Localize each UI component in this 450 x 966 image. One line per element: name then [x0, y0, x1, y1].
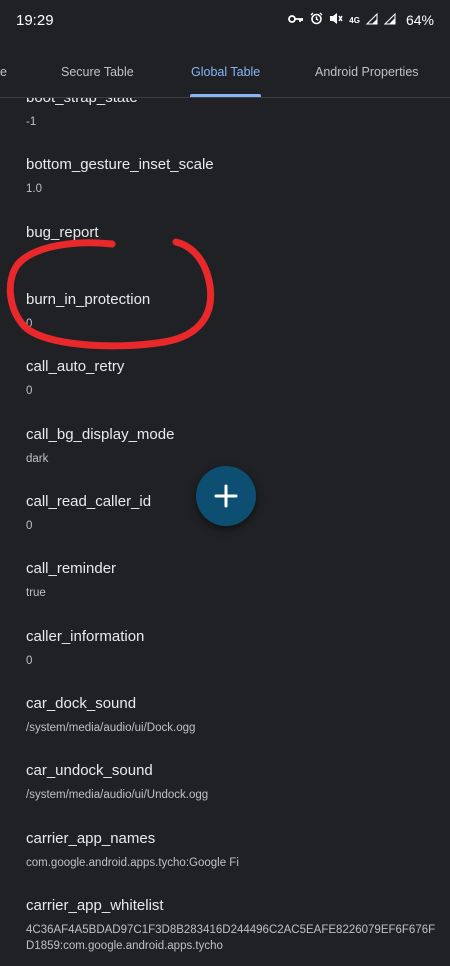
tab-bar: e Secure Table Global Table Android Prop…	[0, 46, 450, 98]
setting-value: true	[26, 587, 46, 599]
setting-key: car_dock_sound	[26, 695, 137, 712]
alarm-icon	[310, 12, 323, 28]
list-item[interactable]: call_bg_display_mode dark	[26, 425, 436, 467]
list-item[interactable]: carrier_app_whitelist 4C36AF4A5BDAD97C1F…	[26, 896, 436, 954]
status-time: 19:29	[16, 11, 54, 29]
setting-key: call_auto_retry	[26, 358, 125, 375]
list-item[interactable]: carrier_app_names com.google.android.app…	[26, 829, 436, 871]
network-type: 4G	[349, 15, 360, 25]
vpn-key-icon	[288, 13, 304, 27]
setting-key: burn_in_protection	[26, 291, 151, 308]
setting-key: car_undock_sound	[26, 762, 153, 779]
setting-value: com.google.android.apps.tycho:Google Fi	[26, 857, 239, 869]
setting-value: 4C36AF4A5BDAD97C1F3D8B283416D244496C2AC5…	[26, 924, 436, 952]
setting-value: 0	[26, 318, 33, 330]
setting-key: call_reminder	[26, 560, 117, 577]
setting-value: 1.0	[26, 183, 42, 195]
signal-icon	[383, 12, 396, 28]
setting-key: bottom_gesture_inset_scale	[26, 156, 214, 173]
list-item[interactable]: car_undock_sound /system/media/audio/ui/…	[26, 761, 436, 803]
setting-value: 0	[26, 655, 33, 667]
list-item[interactable]: bug_report	[26, 223, 436, 249]
setting-key: caller_information	[26, 628, 145, 645]
plus-icon	[214, 484, 238, 508]
setting-key: bug_report	[26, 224, 99, 241]
settings-list[interactable]: boot_strap_state -1 bottom_gesture_inset…	[0, 98, 450, 966]
list-item[interactable]: call_auto_retry 0	[26, 357, 436, 399]
status-bar: 19:29 4G 64%	[0, 0, 450, 40]
list-item[interactable]: call_reminder true	[26, 559, 436, 601]
battery-level: 64%	[405, 12, 434, 28]
setting-value: /system/media/audio/ui/Dock.ogg	[26, 722, 196, 734]
tab-secure-table[interactable]: Secure Table	[61, 46, 134, 98]
setting-key: boot_strap_state	[26, 98, 436, 108]
list-item[interactable]: bottom_gesture_inset_scale 1.0	[26, 155, 436, 197]
setting-key: carrier_app_names	[26, 830, 156, 847]
active-tab-indicator	[190, 94, 261, 97]
signal-icon	[365, 12, 378, 28]
list-item[interactable]: boot_strap_state -1	[26, 98, 436, 130]
setting-key: call_bg_display_mode	[26, 426, 175, 443]
setting-value: 0	[26, 385, 33, 397]
list-item[interactable]: car_dock_sound /system/media/audio/ui/Do…	[26, 694, 436, 736]
list-item[interactable]: caller_information 0	[26, 627, 436, 669]
tab-global-table[interactable]: Global Table	[191, 46, 260, 98]
list-item[interactable]: burn_in_protection 0	[26, 290, 436, 332]
add-setting-button[interactable]	[196, 466, 256, 526]
tab-system-table[interactable]: e	[0, 46, 7, 98]
mute-icon	[329, 12, 343, 28]
status-icons: 4G 64%	[288, 12, 434, 28]
tab-android-properties[interactable]: Android Properties	[315, 46, 419, 98]
setting-key: carrier_app_whitelist	[26, 897, 164, 914]
setting-value: /system/media/audio/ui/Undock.ogg	[26, 789, 209, 801]
setting-value: -1	[26, 116, 37, 128]
setting-value: dark	[26, 453, 49, 465]
